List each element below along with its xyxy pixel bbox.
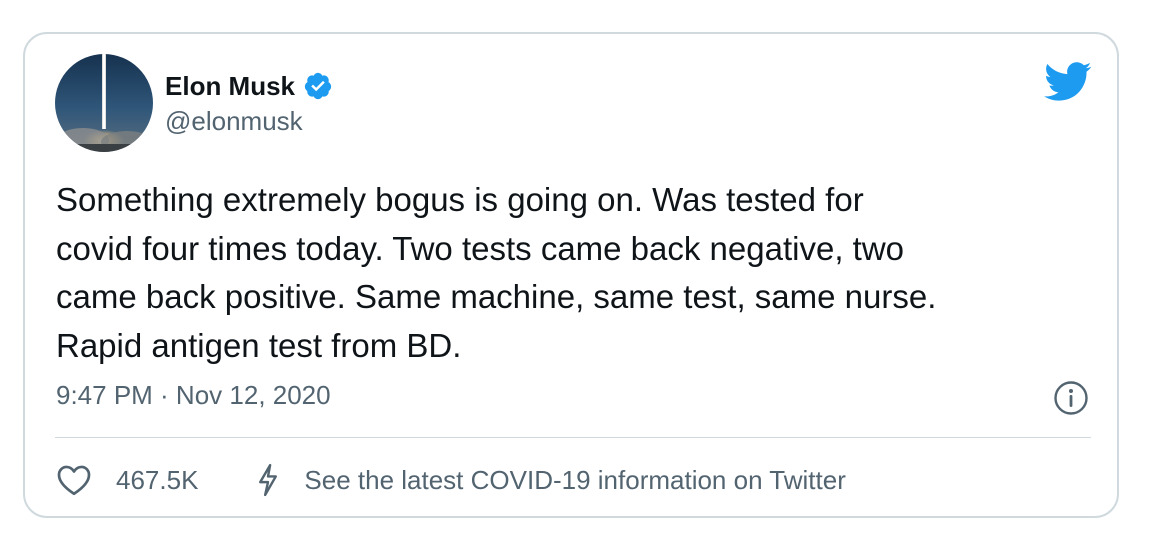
tweet-actions: 467.5K See the latest COVID-19 informati…: [56, 462, 846, 498]
tweet-timestamp[interactable]: 9:47 PM · Nov 12, 2020: [56, 380, 331, 411]
tweet-card: Elon Musk @elonmusk Something extremely …: [23, 32, 1119, 518]
tweet-text: Something extremely bogus is going on. W…: [56, 181, 937, 364]
like-count[interactable]: 467.5K: [116, 465, 198, 496]
author-handle[interactable]: @elonmusk: [165, 106, 303, 137]
twitter-bird-icon[interactable]: [1044, 62, 1092, 102]
avatar-rocket-launch-image: [55, 54, 153, 152]
author-name-row[interactable]: Elon Musk: [165, 70, 333, 102]
heart-icon[interactable]: [56, 463, 92, 497]
covid-info-link[interactable]: See the latest COVID-19 information on T…: [304, 465, 845, 496]
author-name[interactable]: Elon Musk: [165, 71, 295, 102]
divider: [55, 437, 1091, 438]
lightning-bolt-icon[interactable]: [256, 463, 280, 497]
avatar[interactable]: [55, 54, 153, 152]
info-icon[interactable]: [1053, 380, 1089, 416]
verified-badge-icon: [304, 72, 332, 100]
